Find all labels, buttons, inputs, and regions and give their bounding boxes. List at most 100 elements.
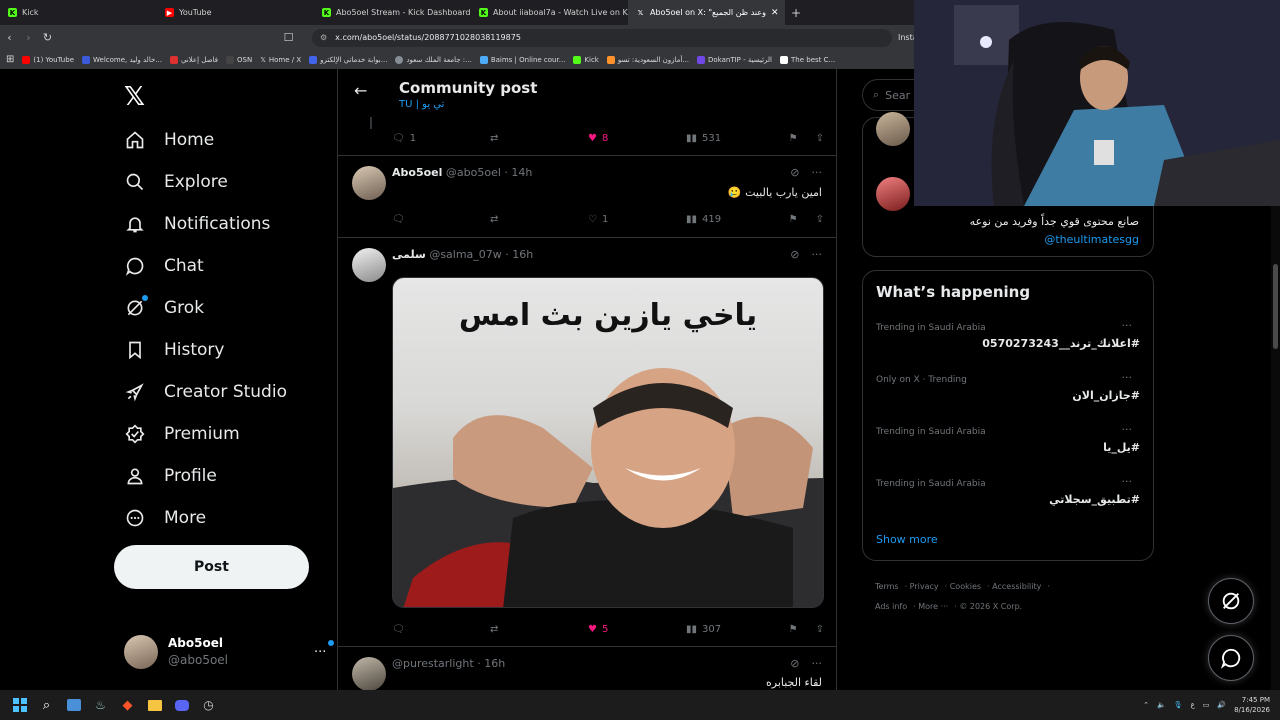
show-more-link[interactable]: Show more (876, 533, 938, 546)
post-time[interactable]: 16h (484, 657, 505, 670)
nav-history[interactable]: History (124, 339, 224, 361)
nav-premium[interactable]: Premium (124, 423, 240, 445)
reload-icon[interactable]: ↻ (38, 31, 57, 44)
site-info-icon[interactable]: ⚙ (320, 33, 327, 42)
nav-notifications[interactable]: Notifications (124, 213, 270, 235)
url-field[interactable]: ⚙ x.com/abo5oel/status/20887710280381198… (312, 28, 892, 47)
reply-button[interactable]: 🗨 (392, 214, 490, 225)
search-icon[interactable]: ⌕ (33, 690, 60, 720)
x-logo-icon[interactable]: 𝕏 (124, 82, 145, 112)
repost-button[interactable]: ⇄ (490, 624, 588, 635)
avatar[interactable] (352, 657, 386, 690)
reply-post[interactable]: Abo5oel @abo5oel · 14h ⊘ ··· امين يارب يا… (338, 156, 836, 238)
nav-profile[interactable]: Profile (124, 465, 217, 487)
bookmark-item[interactable]: OSN (226, 55, 252, 64)
more-dots-icon[interactable]: ··· (812, 657, 823, 670)
trend-item[interactable]: Only on X · Trending ··· #جازان_الان (876, 371, 1140, 402)
forward-icon[interactable]: › (19, 31, 38, 44)
grok-fab-button[interactable] (1208, 578, 1254, 624)
share-icon[interactable]: ⇪ (816, 624, 824, 635)
more-dots-icon[interactable]: ··· (1122, 423, 1133, 436)
clock-app-icon[interactable]: ◷ (195, 690, 222, 720)
back-icon[interactable]: ‹ (0, 31, 19, 44)
browser-tab[interactable]: K Abo5oel Stream - Kick Dashboard (314, 0, 471, 25)
nav-creator-studio[interactable]: Creator Studio (124, 381, 287, 403)
nav-chat[interactable]: Chat (124, 255, 204, 277)
reply-button[interactable]: 🗨 1 (392, 133, 490, 144)
bookmark-item[interactable]: Baims | Online cour... (479, 55, 565, 64)
bookmark-icon[interactable]: ⚑ (789, 624, 798, 635)
bookmark-item[interactable]: Welcome, خالد وليد... (82, 55, 162, 64)
back-arrow-icon[interactable]: ← (354, 81, 367, 100)
post-button[interactable]: Post (114, 545, 309, 589)
close-icon[interactable]: ✕ (771, 8, 779, 18)
post-time[interactable]: 14h (511, 166, 532, 179)
more-dots-icon[interactable]: ··· (812, 166, 823, 179)
like-button[interactable]: ♥ 5 (588, 624, 686, 635)
windows-start-icon[interactable] (6, 690, 33, 720)
trend-item[interactable]: Trending in Saudi Arabia ··· #اعلانك_ترن… (876, 319, 1140, 350)
discord-icon[interactable] (168, 690, 195, 720)
footer-link[interactable]: Ads info (875, 602, 907, 611)
more-dots-icon[interactable]: ··· (812, 248, 823, 261)
bookmark-item[interactable]: (1) YouTube (22, 55, 74, 64)
community-link[interactable]: TU | تي يو (399, 99, 444, 110)
bookmark-item[interactable]: بوابة خدماتي الإلكترو... (309, 55, 387, 64)
share-icon[interactable]: ⇪ (816, 214, 824, 225)
grok-icon[interactable]: ⊘ (790, 248, 799, 261)
repost-button[interactable]: ⇄ (490, 214, 588, 225)
post-image[interactable]: ياخي يازين بث امس (392, 277, 824, 608)
more-dots-icon[interactable]: ··· (314, 645, 326, 660)
repost-button[interactable]: ⇄ (490, 133, 588, 144)
avatar[interactable] (352, 166, 386, 200)
widgets-icon[interactable] (60, 690, 87, 720)
bookmark-icon[interactable]: ⚑ (789, 214, 798, 225)
bookmark-icon[interactable]: ⚑ (789, 133, 798, 144)
trend-item[interactable]: Trending in Saudi Arabia ··· #يل_يا (876, 423, 1140, 454)
nav-explore[interactable]: Explore (124, 171, 228, 193)
grok-icon[interactable]: ⊘ (790, 166, 799, 179)
footer-link[interactable]: Cookies (950, 582, 981, 591)
author-name[interactable]: Abo5oel (392, 166, 442, 179)
new-tab-button[interactable]: + (785, 6, 807, 20)
speaker-icon[interactable]: 🔊 (1217, 701, 1226, 709)
apps-icon[interactable]: ⊞ (6, 54, 14, 65)
account-switcher[interactable]: Abo5oel @abo5oel ··· (124, 635, 334, 669)
browser-tab[interactable]: K Kick (0, 0, 157, 25)
scrollbar-thumb[interactable] (1273, 264, 1278, 349)
chevron-up-icon[interactable]: ⌃ (1143, 701, 1149, 709)
post-time[interactable]: 16h (512, 248, 533, 261)
profile-mention-link[interactable]: @theultimatesgg (1044, 233, 1139, 246)
bookmark-item[interactable]: Kick (573, 55, 599, 64)
volume-icon[interactable]: 🔈 (1157, 701, 1166, 709)
browser-tab[interactable]: ▶ YouTube (157, 0, 314, 25)
steam-icon[interactable]: ♨ (87, 690, 114, 720)
like-button[interactable]: ♡ 1 (588, 214, 686, 225)
bookmark-page-icon[interactable]: ☐ (279, 31, 298, 44)
views-button[interactable]: ▮▮ 419 (686, 214, 784, 225)
grok-icon[interactable]: ⊘ (790, 657, 799, 670)
avatar[interactable] (352, 248, 386, 282)
like-button[interactable]: ♥ 8 (588, 133, 686, 144)
footer-link[interactable]: Terms (875, 582, 899, 591)
mic-icon[interactable]: 🎙 (1174, 701, 1183, 709)
nav-grok[interactable]: Grok (124, 295, 204, 319)
footer-link[interactable]: More ··· (918, 602, 948, 611)
bookmark-item[interactable]: أمازون السعودية: تسو... (606, 55, 689, 64)
views-button[interactable]: ▮▮ 307 (686, 624, 784, 635)
taskbar-clock[interactable]: 7:45 PM 8/16/2026 (1234, 695, 1270, 715)
author-handle[interactable]: @salma_07w (429, 248, 501, 261)
avatar[interactable] (876, 112, 910, 146)
bookmark-item[interactable]: DokanTIP - الرئيسية (697, 55, 772, 64)
reply-post[interactable]: @purestarlight · 16h ⊘ ··· لقاء الجبابره (338, 647, 836, 690)
more-dots-icon[interactable]: ··· (1122, 475, 1133, 488)
brave-icon[interactable]: ◆ (114, 690, 141, 720)
file-explorer-icon[interactable] (141, 690, 168, 720)
footer-link[interactable]: Privacy (910, 582, 939, 591)
bookmark-item[interactable]: 𝕏 Home / X (260, 56, 301, 64)
bookmark-item[interactable]: جامعة الملك سعود :... (395, 55, 472, 64)
display-icon[interactable]: ▭ (1203, 701, 1210, 709)
browser-tab[interactable]: K About iiaboal7a - Watch Live on Kick (471, 0, 628, 25)
author-handle[interactable]: @purestarlight (392, 657, 474, 670)
bookmark-item[interactable]: فاصل إعلاني (169, 55, 218, 64)
